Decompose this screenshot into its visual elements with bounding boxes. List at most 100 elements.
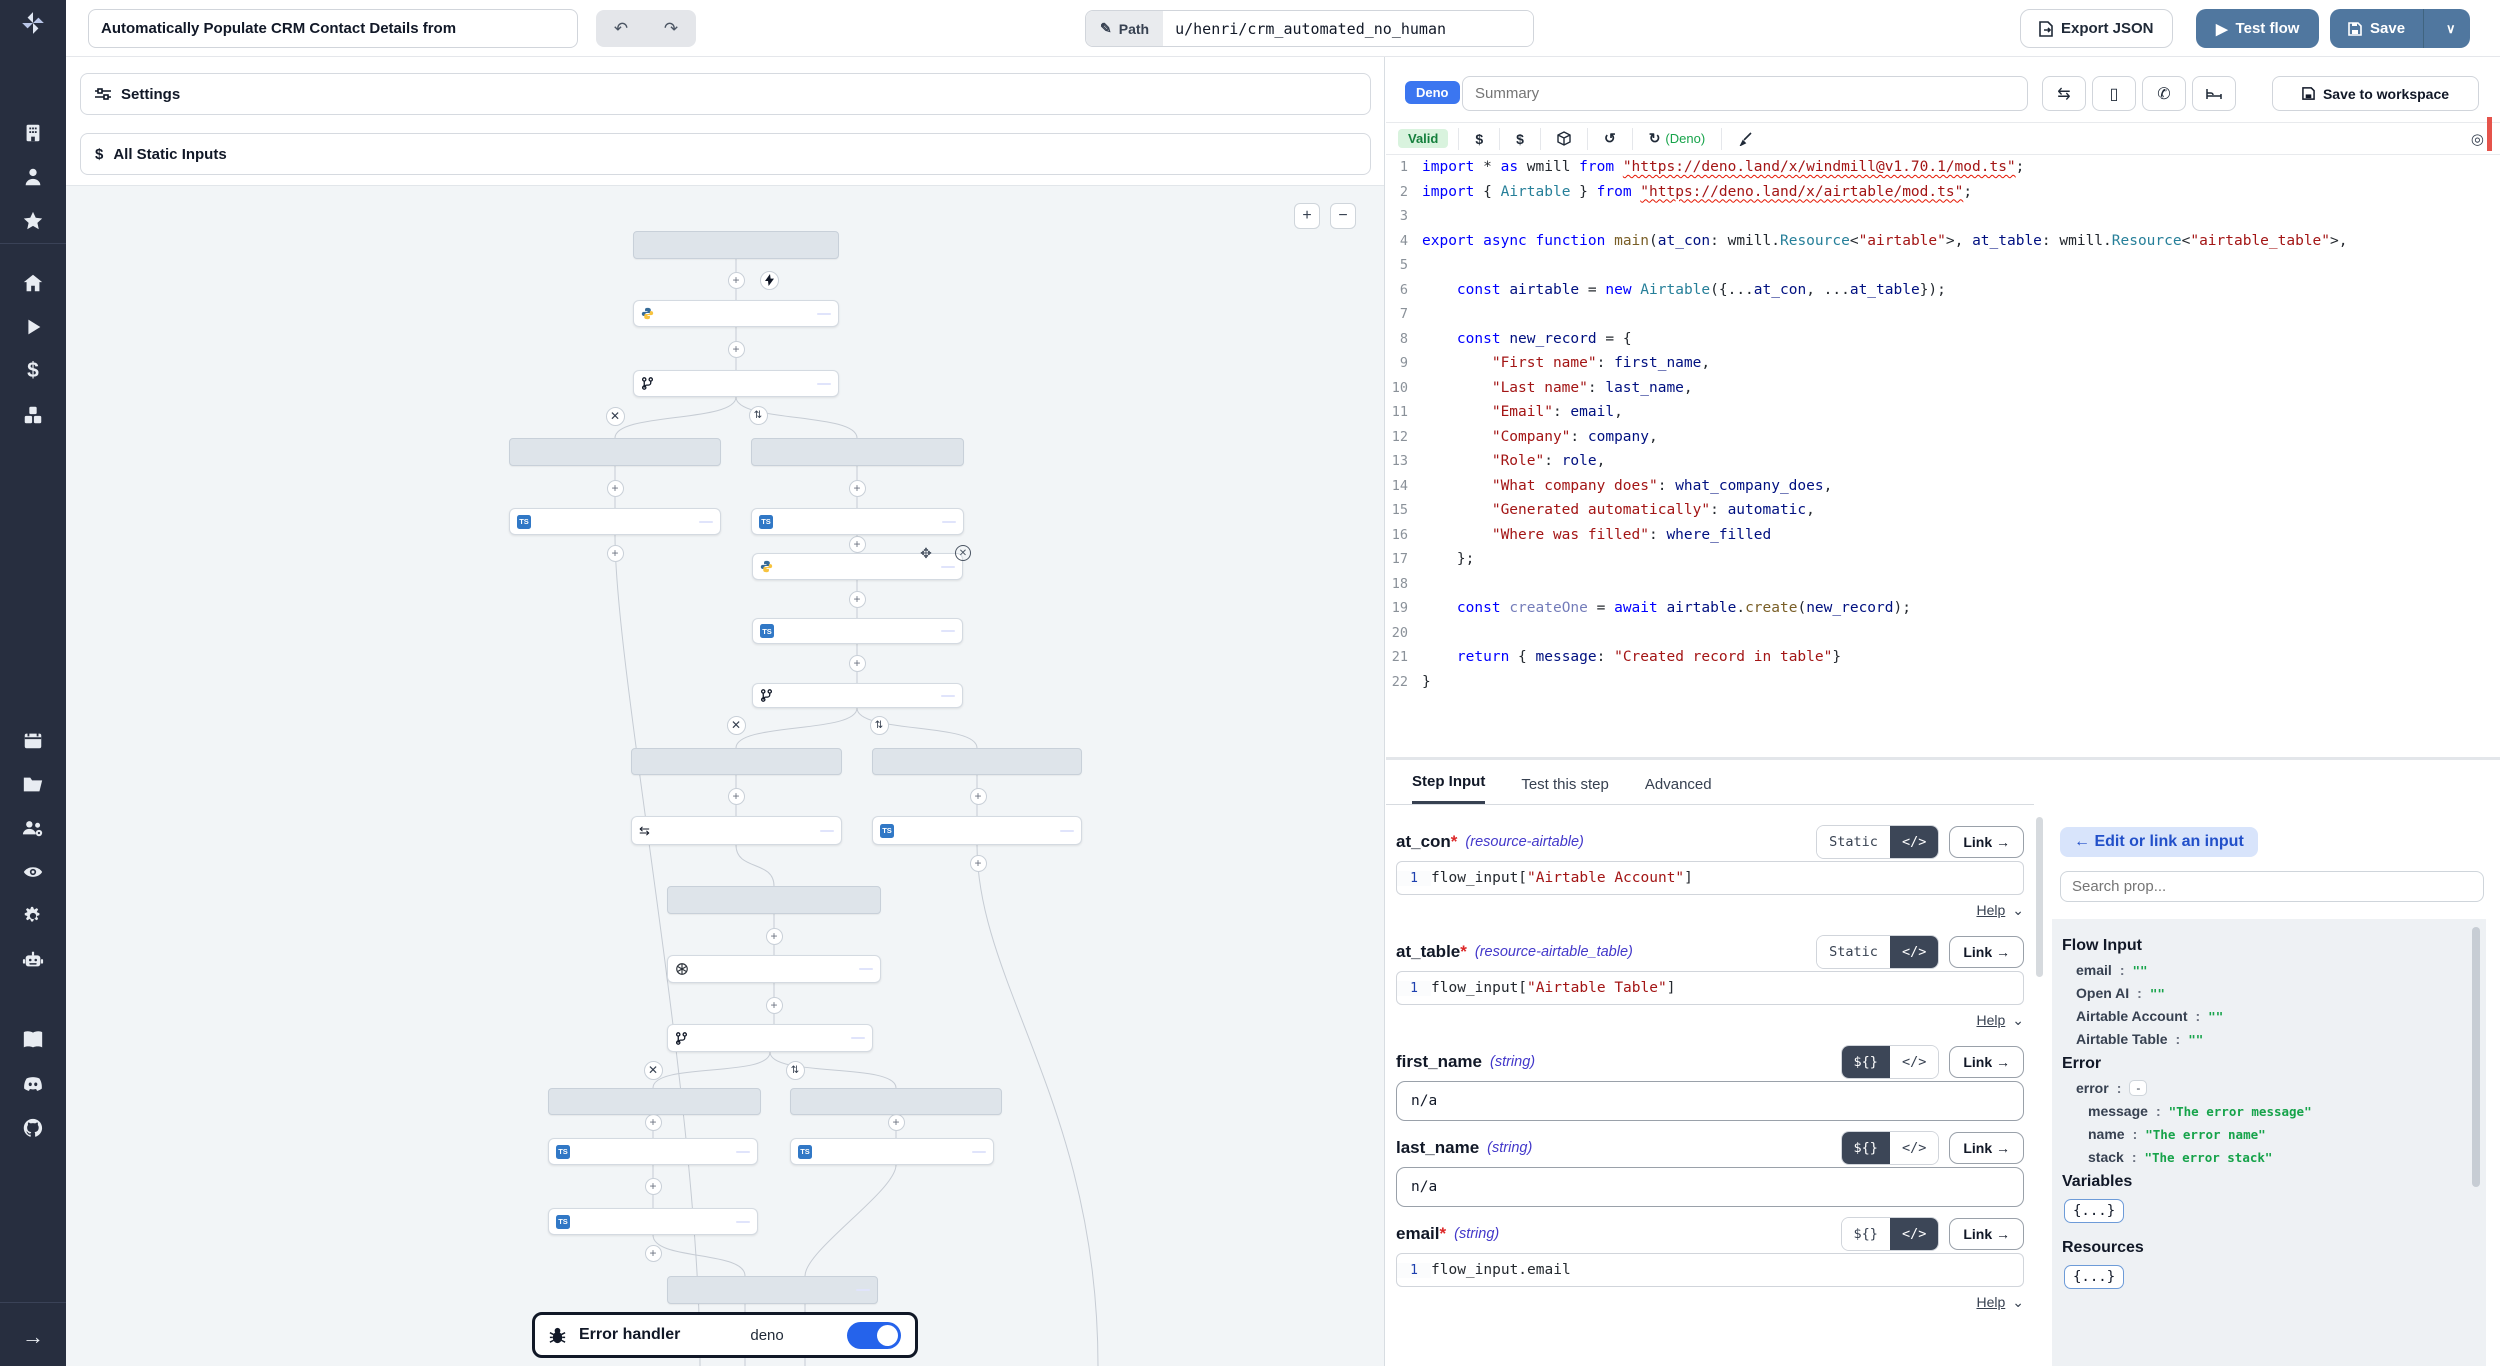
- calendar-icon[interactable]: [0, 725, 66, 755]
- expr-editor[interactable]: 1flow_input["Airtable Table"]: [1396, 971, 2024, 1005]
- flow-step-node[interactable]: TS: [751, 508, 964, 535]
- code-line[interactable]: 12 "Company": company,: [1386, 425, 2500, 450]
- windmill-logo-icon[interactable]: [0, 8, 66, 38]
- flow-step-node[interactable]: TS: [872, 816, 1082, 845]
- mobile-preview-icon[interactable]: ▯: [2092, 76, 2136, 111]
- flow-branch-node[interactable]: [509, 438, 721, 466]
- phone-call-icon[interactable]: ✆: [2142, 76, 2186, 111]
- move-node-icon[interactable]: ✥: [918, 545, 934, 561]
- input-mode-static[interactable]: ${}: [1842, 1132, 1890, 1164]
- add-step-icon[interactable]: +: [849, 536, 866, 553]
- link-input-button[interactable]: Link →: [1949, 1132, 2024, 1164]
- flow-branch-node[interactable]: [751, 438, 964, 466]
- discord-icon[interactable]: [0, 1069, 66, 1099]
- flow-step-node[interactable]: TS: [509, 508, 721, 535]
- save-to-workspace-button[interactable]: Save to workspace: [2272, 76, 2479, 111]
- add-step-icon[interactable]: +: [970, 855, 987, 872]
- robot-icon[interactable]: [0, 945, 66, 975]
- flow-branch-node[interactable]: [667, 886, 881, 914]
- input-mode-static[interactable]: Static: [1817, 826, 1890, 858]
- code-line[interactable]: 3: [1386, 204, 2500, 229]
- input-mode-static[interactable]: ${}: [1842, 1218, 1890, 1250]
- edit-or-link-input-button[interactable]: ← Edit or link an input: [2060, 827, 2258, 857]
- prop-row[interactable]: Airtable Account: "": [2076, 1008, 2486, 1024]
- code-line[interactable]: 2import { Airtable } from "https://deno.…: [1386, 180, 2500, 205]
- arrows-repeat-icon[interactable]: ⇆: [2042, 76, 2086, 111]
- flow-step-node[interactable]: ⇆: [631, 816, 842, 845]
- code-line[interactable]: 9 "First name": first_name,: [1386, 351, 2500, 376]
- prop-panel-scrollbar[interactable]: [2472, 927, 2480, 1187]
- stop-condition-icon[interactable]: ✕: [606, 407, 625, 426]
- stop-condition-icon[interactable]: ✕: [727, 716, 746, 735]
- user-group-icon[interactable]: [0, 813, 66, 843]
- flow-branch-node[interactable]: [631, 748, 842, 775]
- redo-icon[interactable]: ↷: [664, 19, 678, 39]
- input-mode-static[interactable]: ${}: [1842, 1046, 1890, 1078]
- zoom-in-button[interactable]: +: [1294, 203, 1320, 229]
- add-step-icon[interactable]: +: [607, 545, 624, 562]
- code-line[interactable]: 21 return { message: "Created record in …: [1386, 645, 2500, 670]
- summary-input[interactable]: [1462, 76, 2028, 111]
- add-step-icon[interactable]: +: [970, 788, 987, 805]
- code-line[interactable]: 6 const airtable = new Airtable({...at_c…: [1386, 278, 2500, 303]
- add-step-icon[interactable]: +: [728, 788, 745, 805]
- flow-branch-node[interactable]: [790, 1088, 1002, 1115]
- error-handler-toggle[interactable]: [847, 1322, 901, 1349]
- expand-object-button[interactable]: {...}: [2064, 1199, 2124, 1223]
- expr-editor[interactable]: 1flow_input.email: [1396, 1253, 2024, 1287]
- flow-step-node[interactable]: TS: [548, 1138, 758, 1165]
- prop-row[interactable]: message: "The error message": [2088, 1103, 2486, 1119]
- error-handler-node[interactable]: Error handler deno: [532, 1312, 918, 1358]
- code-line[interactable]: 17 };: [1386, 547, 2500, 572]
- folder-icon[interactable]: [0, 769, 66, 799]
- home-icon[interactable]: [0, 268, 66, 298]
- input-mode-code[interactable]: </>: [1890, 826, 1938, 858]
- code-line[interactable]: 7: [1386, 302, 2500, 327]
- last_name-value-input[interactable]: [1396, 1167, 2024, 1207]
- flow-branch-node[interactable]: [548, 1088, 761, 1115]
- reset-icon[interactable]: ↺: [1598, 130, 1622, 147]
- add-step-icon[interactable]: +: [849, 591, 866, 608]
- cubes-icon[interactable]: [0, 400, 66, 430]
- add-step-icon[interactable]: +: [888, 1114, 905, 1131]
- expr-editor[interactable]: 1flow_input["Airtable Account"]: [1396, 861, 2024, 895]
- link-input-button[interactable]: Link →: [1949, 1046, 2024, 1078]
- flow-canvas[interactable]: [66, 185, 1384, 1366]
- code-editor[interactable]: 1import * as wmill from "https://deno.la…: [1386, 155, 2500, 757]
- code-line[interactable]: 10 "Last name": last_name,: [1386, 376, 2500, 401]
- flow-branch-node[interactable]: [667, 1276, 878, 1304]
- stop-condition-icon[interactable]: ✕: [644, 1061, 663, 1080]
- help-link[interactable]: Help: [1976, 902, 2005, 918]
- tab-step-input[interactable]: Step Input: [1412, 773, 1485, 804]
- trigger-bolt-icon[interactable]: [760, 271, 779, 290]
- input-mode-code[interactable]: </>: [1890, 1218, 1938, 1250]
- flow-branch-node[interactable]: [633, 231, 839, 259]
- shuffle-branches-icon[interactable]: ⇅: [870, 716, 889, 735]
- prop-row[interactable]: Airtable Table: "": [2076, 1031, 2486, 1047]
- input-mode-code[interactable]: </>: [1890, 1046, 1938, 1078]
- shuffle-branches-icon[interactable]: ⇅: [749, 406, 768, 425]
- flow-step-node[interactable]: [633, 370, 839, 397]
- code-line[interactable]: 5: [1386, 253, 2500, 278]
- gear-icon[interactable]: [0, 901, 66, 931]
- test-flow-button[interactable]: ▶Test flow: [2196, 9, 2319, 48]
- code-line[interactable]: 4export async function main(at_con: wmil…: [1386, 229, 2500, 254]
- delete-node-icon[interactable]: ✕: [955, 545, 971, 561]
- building-icon[interactable]: [0, 118, 66, 148]
- code-line[interactable]: 19 const createOne = await airtable.crea…: [1386, 596, 2500, 621]
- add-step-icon[interactable]: +: [728, 341, 745, 358]
- settings-row[interactable]: Settings: [80, 73, 1371, 115]
- code-line[interactable]: 1import * as wmill from "https://deno.la…: [1386, 155, 2500, 180]
- save-dropdown-caret[interactable]: ∨: [2432, 21, 2470, 37]
- book-icon[interactable]: [0, 1025, 66, 1055]
- collapse-chip[interactable]: -: [2129, 1080, 2147, 1096]
- code-line[interactable]: 15 "Generated automatically": automatic,: [1386, 498, 2500, 523]
- zoom-out-button[interactable]: −: [1330, 203, 1356, 229]
- form-scrollbar[interactable]: [2036, 817, 2043, 977]
- dollar-icon[interactable]: $: [0, 356, 66, 386]
- link-input-button[interactable]: Link →: [1949, 1218, 2024, 1250]
- help-link[interactable]: Help: [1976, 1294, 2005, 1310]
- reload-lang-icon[interactable]: ↻ (Deno): [1643, 130, 1711, 147]
- sleep-icon[interactable]: [2192, 76, 2236, 111]
- prop-search-input[interactable]: [2060, 871, 2484, 902]
